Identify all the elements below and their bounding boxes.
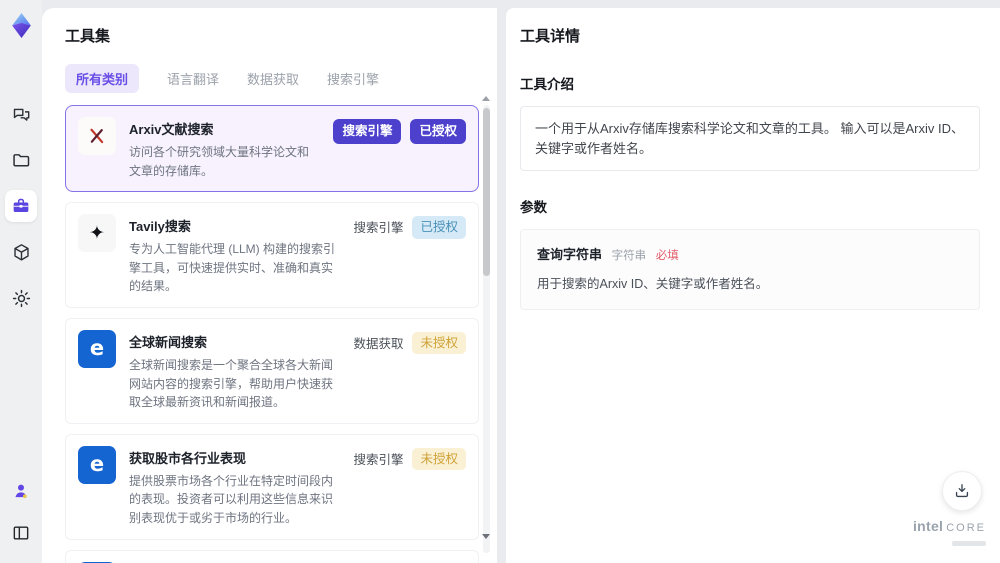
tool-card-active-stocks[interactable]: e 获取市场最活跃股票信息 提供当天交易量最高的股票列表。投资者可以利用这些信息… xyxy=(65,549,479,563)
sidebar-bottom xyxy=(5,475,37,549)
tool-title: 获取股市各行业表现 xyxy=(129,450,247,466)
app-logo-icon xyxy=(8,12,35,42)
settings-gear-icon[interactable] xyxy=(5,282,37,314)
tab-all-categories[interactable]: 所有类别 xyxy=(65,63,140,93)
package-icon[interactable] xyxy=(5,236,37,268)
param-required-badge: 必填 xyxy=(655,250,679,262)
tool-details-panel: 工具详情 工具介绍 一个用于从Arxiv存储库搜索科学论文和文章的工具。 输入可… xyxy=(506,8,1000,563)
chat-icon[interactable] xyxy=(5,98,37,130)
intel-core-subtext-bar xyxy=(952,540,986,546)
sidebar-nav xyxy=(5,98,37,314)
category-badge: 搜索引擎 xyxy=(353,452,404,467)
toolset-panel: 工具集 所有类别 语言翻译 数据获取 搜索引擎 Arxiv文献搜索 访问各个研究… xyxy=(42,8,497,563)
tool-description: 全球新闻搜索是一个聚合全球各大新闻网站内容的搜索引擎，帮助用户快速获取全球最新资… xyxy=(129,357,334,410)
tab-data-fetch[interactable]: 数据获取 xyxy=(247,69,299,88)
tool-description: 专为人工智能代理 (LLM) 构建的搜索引擎工具，可快速提供实时、准确和真实的结… xyxy=(129,242,336,294)
param-description: 用于搜索的Arxiv ID、关键字或作者姓名。 xyxy=(537,277,769,291)
category-badge: 搜索引擎 xyxy=(333,119,402,144)
scrollbar-thumb[interactable] xyxy=(483,108,490,276)
parameter-card: 查询字符串 字符串 必填 用于搜索的Arxiv ID、关键字或作者姓名。 xyxy=(520,229,980,310)
tavily-star-icon: ✦ xyxy=(78,214,116,253)
user-avatar-icon[interactable] xyxy=(5,475,37,507)
tool-card-tavily[interactable]: ✦ Tavily搜索 专为人工智能代理 (LLM) 构建的搜索引擎工具，可快速提… xyxy=(65,202,479,308)
app-window: 工具集 所有类别 语言翻译 数据获取 搜索引擎 Arxiv文献搜索 访问各个研究… xyxy=(0,0,1000,563)
toolset-title: 工具集 xyxy=(65,28,111,45)
params-heading: 参数 xyxy=(520,200,547,215)
folder-icon[interactable] xyxy=(5,144,37,176)
tool-title: Arxiv文献搜索 xyxy=(129,122,214,137)
tab-search-engine[interactable]: 搜索引擎 xyxy=(327,69,379,88)
tool-title: Tavily搜索 xyxy=(129,219,191,235)
tool-card-list: Arxiv文献搜索 访问各个研究领域大量科学论文和文章的存储库。 搜索引擎 已授… xyxy=(65,105,479,563)
toolbox-icon-active[interactable] xyxy=(5,190,37,222)
intel-core-logo: intel CORE xyxy=(913,519,986,549)
tool-description: 提供股票市场各个行业在特定时间段内的表现。投资者可以利用这些信息来识别表现优于或… xyxy=(129,473,334,525)
content-area: 工具集 所有类别 语言翻译 数据获取 搜索引擎 Arxiv文献搜索 访问各个研究… xyxy=(42,0,1000,563)
auth-status-badge: 已授权 xyxy=(412,216,466,239)
auth-status-badge: 未授权 xyxy=(412,331,466,355)
scrollbar-track[interactable] xyxy=(483,105,490,553)
download-icon xyxy=(955,484,969,498)
arxiv-logo-icon xyxy=(78,117,116,155)
category-badge: 搜索引擎 xyxy=(353,221,404,236)
param-type: 字符串 xyxy=(611,250,647,262)
category-tabs: 所有类别 语言翻译 数据获取 搜索引擎 xyxy=(65,63,475,93)
tab-language-translation[interactable]: 语言翻译 xyxy=(167,69,219,88)
scrollbar-up-arrow[interactable] xyxy=(482,96,490,101)
tool-card-global-news[interactable]: e 全球新闻搜索 全球新闻搜索是一个聚合全球各大新闻网站内容的搜索引擎，帮助用户… xyxy=(65,317,479,424)
category-badge: 数据获取 xyxy=(353,336,404,351)
download-button[interactable] xyxy=(942,471,982,511)
tool-description: 访问各个研究领域大量科学论文和文章的存储库。 xyxy=(129,145,310,178)
tool-intro-text: 一个用于从Arxiv存储库搜索科学论文和文章的工具。 输入可以是Arxiv ID… xyxy=(520,106,980,171)
news-search-logo-icon: e xyxy=(78,329,116,368)
tool-card-sector-performance[interactable]: e 获取股市各行业表现 提供股票市场各个行业在特定时间段内的表现。投资者可以利用… xyxy=(65,433,479,540)
auth-status-badge: 未授权 xyxy=(412,447,466,471)
tool-title: 全球新闻搜索 xyxy=(129,334,208,350)
param-name: 查询字符串 xyxy=(537,247,603,262)
auth-status-badge: 已授权 xyxy=(410,119,466,144)
collapse-panel-icon[interactable] xyxy=(5,517,37,549)
sidebar-rail xyxy=(0,0,42,563)
tool-card-arxiv[interactable]: Arxiv文献搜索 访问各个研究领域大量科学论文和文章的存储库。 搜索引擎 已授… xyxy=(65,105,479,193)
intro-heading: 工具介绍 xyxy=(520,77,574,92)
scrollbar-down-arrow[interactable] xyxy=(482,534,490,539)
details-title: 工具详情 xyxy=(520,28,581,45)
stock-search-logo-icon: e xyxy=(78,445,116,484)
